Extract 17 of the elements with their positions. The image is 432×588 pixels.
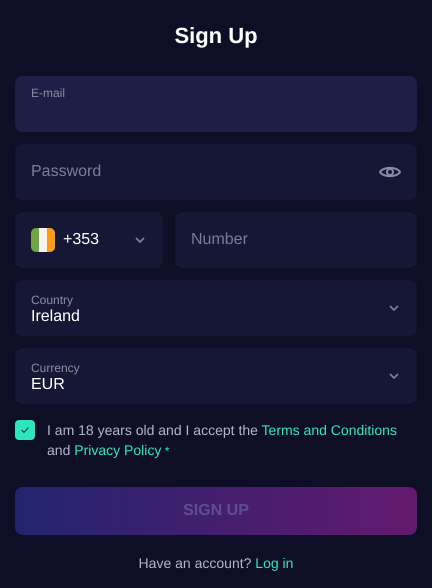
field-label: E-mail [31, 86, 66, 100]
currency-select[interactable]: Currency EUR [15, 348, 417, 404]
country-select[interactable]: Country Ireland [15, 280, 417, 336]
agreement-text: I am 18 years old and I accept the Terms and Conditions and Privacy Policy * [47, 421, 398, 460]
phone-number-field[interactable]: Number [175, 212, 417, 268]
check-icon [21, 425, 29, 435]
agreement-checkbox[interactable] [15, 420, 35, 440]
country-code-select[interactable]: +353 [15, 212, 163, 268]
password-field[interactable]: Password [15, 144, 417, 200]
email-field[interactable]: E-mail [15, 76, 417, 132]
login-link[interactable]: Log in [255, 555, 294, 571]
page-title: Sign Up [173, 22, 259, 50]
flag-icon [31, 228, 55, 252]
privacy-policy-link[interactable]: Privacy Policy [74, 442, 162, 458]
account-prompt: Have an account? [138, 555, 252, 571]
terms-link[interactable]: Terms and Conditions [262, 422, 397, 438]
show-password-icon[interactable] [379, 164, 401, 180]
